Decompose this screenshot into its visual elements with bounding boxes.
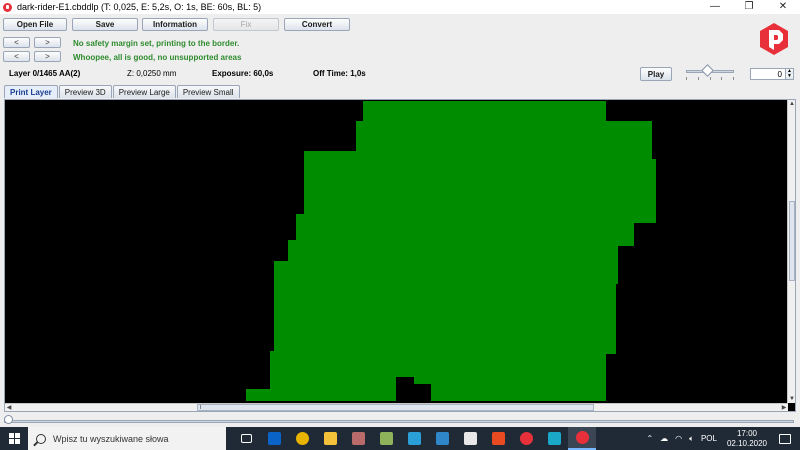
title-bar: dark-rider-E1.cbddlp (T: 0,025, E: 5,2s,… (0, 0, 800, 14)
app-icon-9[interactable] (456, 427, 484, 450)
language-indicator[interactable]: POL (701, 434, 717, 443)
scroll-grip-icon (200, 405, 202, 409)
tray-cloud-icon[interactable]: ☁ (660, 434, 668, 443)
play-button[interactable]: Play (640, 67, 672, 81)
chitubox-logo (760, 23, 788, 55)
layer-slider[interactable] (4, 415, 794, 425)
save-button[interactable]: Save (72, 18, 138, 31)
layer-spinner[interactable]: 0 ▲ ▼ (750, 68, 794, 80)
scroll-up-icon[interactable]: ▲ (788, 100, 795, 108)
information-button[interactable]: Information (142, 18, 208, 31)
tray-chevron-icon[interactable]: ⌃ (646, 434, 653, 443)
app-icon-5[interactable] (344, 427, 372, 450)
window-controls: — ❐ ✕ (698, 0, 800, 14)
horizontal-scrollbar[interactable]: ◀ ▶ (5, 403, 788, 411)
scroll-right-icon[interactable]: ▶ (780, 404, 788, 411)
convert-button[interactable]: Convert (284, 18, 350, 31)
speed-slider-ticks (686, 77, 734, 81)
app-icon-12[interactable] (540, 427, 568, 450)
scroll-left-icon[interactable]: ◀ (5, 404, 13, 411)
clock[interactable]: 17:00 02.10.2020 (727, 429, 767, 449)
search-placeholder: Wpisz tu wyszukiwane słowa (53, 433, 169, 444)
view-tabs: Print Layer Preview 3D Preview Large Pre… (4, 85, 241, 98)
status2-prev-button[interactable]: < (3, 51, 30, 62)
windows-taskbar: Wpisz tu wyszukiwane słowa ⌃ ☁ ◠ 🔈︎ POL … (0, 427, 800, 450)
outlook-icon[interactable] (260, 427, 288, 450)
app-logo-icon (3, 2, 12, 12)
photon-icon[interactable] (568, 427, 596, 450)
layer-viewport[interactable]: ▲ ▼ ◀ ▶ (4, 99, 796, 412)
maximize-button[interactable]: ❐ (732, 0, 766, 14)
layer-slice-image (6, 101, 788, 401)
volume-icon[interactable]: 🔈︎ (689, 434, 694, 444)
vertical-scroll-thumb[interactable] (789, 201, 795, 281)
spinner-arrows[interactable]: ▲ ▼ (785, 69, 793, 79)
minimize-button[interactable]: — (698, 0, 732, 14)
vertical-scrollbar[interactable]: ▲ ▼ (787, 100, 795, 403)
tab-print-layer[interactable]: Print Layer (4, 85, 58, 98)
search-icon (36, 433, 46, 444)
scroll-down-icon[interactable]: ▼ (788, 395, 795, 403)
taskbar-apps (232, 427, 596, 450)
tab-preview-large[interactable]: Preview Large (112, 85, 176, 98)
chrome-icon[interactable] (288, 427, 316, 450)
app-icon-6[interactable] (372, 427, 400, 450)
file-explorer-icon[interactable] (316, 427, 344, 450)
status-message-2: Whoopee, all is good, no unsupported are… (73, 53, 242, 62)
spinner-value[interactable]: 0 (751, 69, 785, 79)
off-time-label: Off Time: 1,0s (313, 69, 366, 78)
start-button[interactable] (0, 427, 28, 450)
status2-next-button[interactable]: > (34, 51, 61, 62)
exposure-label: Exposure: 60,0s (212, 69, 274, 78)
layer-slider-track[interactable] (4, 420, 794, 423)
notification-icon[interactable] (779, 433, 791, 444)
horizontal-scroll-thumb[interactable] (197, 404, 594, 411)
office-icon[interactable] (484, 427, 512, 450)
app-icon-7[interactable] (400, 427, 428, 450)
status1-prev-button[interactable]: < (3, 37, 30, 48)
status-message-1: No safety margin set, printing to the bo… (73, 39, 240, 48)
chitubox-icon[interactable] (512, 427, 540, 450)
windows-logo-icon (8, 433, 20, 444)
clock-time: 17:00 (736, 428, 757, 438)
layer-label: Layer 0/1465 AA(2) (9, 69, 81, 78)
window-title: dark-rider-E1.cbddlp (T: 0,025, E: 5,2s,… (17, 2, 262, 12)
status1-next-button[interactable]: > (34, 37, 61, 48)
spinner-down-icon[interactable]: ▼ (786, 74, 793, 79)
fix-button[interactable]: Fix (213, 18, 279, 31)
layer-slider-knob[interactable] (4, 415, 13, 424)
close-button[interactable]: ✕ (766, 0, 800, 14)
app-icon-8[interactable] (428, 427, 456, 450)
clock-date: 02.10.2020 (726, 438, 767, 448)
task-view-icon[interactable] (232, 427, 260, 450)
tab-preview-small[interactable]: Preview Small (176, 85, 240, 98)
system-tray: ⌃ ☁ ◠ 🔈︎ POL 17:00 02.10.2020 (639, 427, 800, 450)
app-window: Open File Save Information Fix Convert <… (0, 14, 800, 427)
speed-slider-thumb[interactable] (700, 64, 714, 77)
open-file-button[interactable]: Open File (3, 18, 67, 31)
taskbar-search-box[interactable]: Wpisz tu wyszukiwane słowa (28, 427, 226, 450)
z-height-label: Z: 0,0250 mm (127, 69, 177, 78)
wifi-icon[interactable]: ◠ (675, 434, 682, 443)
tab-preview-3d[interactable]: Preview 3D (58, 85, 112, 98)
